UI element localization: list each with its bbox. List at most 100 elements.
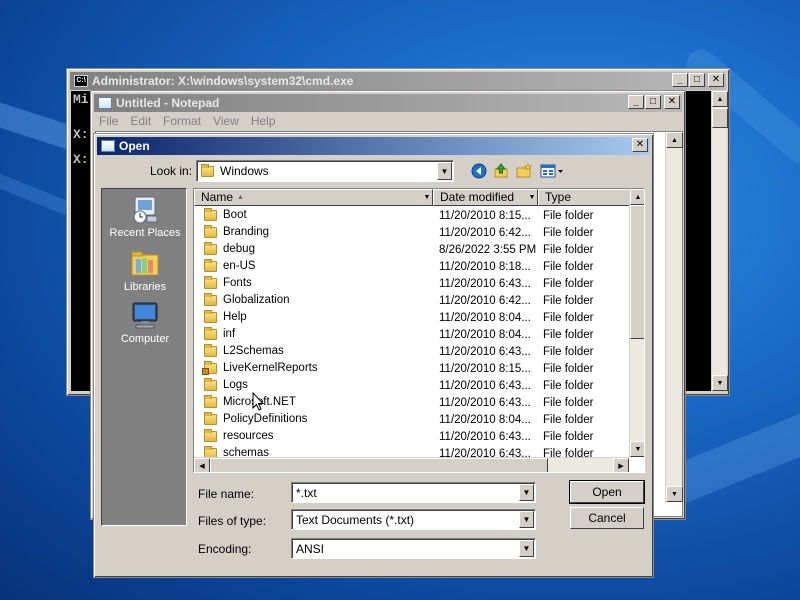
computer-icon — [129, 301, 161, 331]
cmd-titlebar[interactable]: C:\ Administrator: X:\windows\system32\c… — [70, 72, 726, 90]
file-name-cell: Fonts — [204, 275, 252, 289]
open-dialog-title: Open — [119, 139, 150, 153]
table-row[interactable]: Help 11/20/2010 8:04... File folder — [194, 309, 630, 326]
menu-file[interactable]: File — [99, 114, 118, 128]
column-header-date[interactable]: Date modified ▼ — [433, 189, 538, 206]
type-cell: File folder — [543, 431, 594, 443]
scroll-thumb[interactable] — [712, 108, 728, 128]
scroll-down-button[interactable]: ▼ — [630, 441, 644, 457]
file-name-cell: resources — [204, 428, 274, 442]
table-row[interactable]: L2Schemas 11/20/2010 6:43... File folder — [194, 343, 630, 360]
type-cell: File folder — [543, 312, 594, 324]
table-row[interactable]: Fonts 11/20/2010 6:43... File folder — [194, 275, 630, 292]
cmd-maximize-button[interactable]: □ — [689, 73, 705, 87]
date-modified-cell: 11/20/2010 8:04... — [439, 329, 531, 341]
date-modified-cell: 11/20/2010 6:43... — [439, 380, 531, 392]
scroll-up-button[interactable]: ▲ — [630, 189, 644, 205]
file-name-text: Boot — [223, 209, 247, 221]
open-button[interactable]: Open — [569, 480, 645, 504]
look-in-combo[interactable]: Windows ▼ — [196, 160, 454, 182]
folder-icon — [204, 309, 217, 323]
table-row[interactable]: PolicyDefinitions 11/20/2010 8:04... File … — [194, 411, 630, 428]
encoding-label: Encoding: — [198, 542, 252, 556]
chevron-down-icon[interactable]: ▼ — [519, 484, 534, 501]
scroll-thumb[interactable] — [210, 458, 548, 472]
open-dialog-close-button[interactable]: ✕ — [632, 138, 648, 152]
libraries-icon — [129, 249, 161, 279]
date-modified-cell: 8/26/2022 3:55 PM — [439, 244, 537, 256]
file-name-text: en-US — [223, 260, 256, 272]
table-row[interactable]: Globalization 11/20/2010 6:42... File fold… — [194, 292, 630, 309]
place-label: Libraries — [123, 281, 167, 293]
recent-places-icon — [129, 195, 161, 225]
scroll-thumb[interactable] — [630, 205, 644, 339]
file-name-cell: PolicyDefinitions — [204, 411, 307, 425]
menu-format[interactable]: Format — [163, 114, 201, 128]
scroll-right-button[interactable]: ▶ — [613, 458, 629, 472]
file-name-cell: Logs — [204, 377, 248, 391]
file-name-label: File name: — [198, 487, 255, 501]
cmd-scrollbar[interactable]: ▲ ▼ — [711, 91, 728, 391]
folder-icon — [204, 343, 217, 357]
notepad-maximize-button[interactable]: □ — [645, 95, 661, 109]
chevron-down-icon[interactable]: ▼ — [437, 162, 452, 180]
cmd-close-button[interactable]: ✕ — [708, 73, 724, 87]
encoding-combo[interactable]: ANSI ▼ — [291, 538, 536, 559]
notepad-titlebar[interactable]: Untitled - Notepad _ □ ✕ — [94, 94, 682, 112]
table-row[interactable]: LiveKernelReports 11/20/2010 8:15... File … — [194, 360, 630, 377]
date-modified-cell: 11/20/2010 6:43... — [439, 346, 531, 358]
file-name-text: inf — [223, 328, 236, 340]
table-row[interactable]: inf 11/20/2010 8:04... File folder — [194, 326, 630, 343]
date-modified-cell: 11/20/2010 6:43... — [439, 431, 531, 443]
file-list-vscrollbar[interactable]: ▲ ▼ — [629, 189, 644, 457]
scroll-up-button[interactable]: ▲ — [712, 91, 728, 107]
file-name-cell: Help — [204, 309, 247, 323]
up-folder-icon[interactable] — [492, 162, 510, 180]
folder-icon — [204, 258, 217, 272]
notepad-scrollbar[interactable]: ▲ ▼ — [665, 132, 683, 502]
cancel-button[interactable]: Cancel — [570, 507, 644, 529]
type-cell: File folder — [543, 278, 594, 290]
scroll-down-button[interactable]: ▼ — [666, 486, 683, 502]
column-header-name[interactable]: Name ▲ ▼ — [194, 189, 433, 206]
column-dropdown-icon[interactable]: ▼ — [527, 190, 537, 205]
place-libraries[interactable]: Libraries — [102, 249, 188, 293]
date-modified-cell: 11/20/2010 8:18... — [439, 261, 531, 273]
menu-edit[interactable]: Edit — [130, 114, 151, 128]
scroll-up-button[interactable]: ▲ — [666, 132, 683, 148]
type-cell: File folder — [543, 261, 594, 273]
file-name-text: resources — [223, 430, 274, 442]
file-name-text: debug — [223, 243, 255, 255]
place-computer[interactable]: Computer — [102, 301, 188, 345]
cmd-title: Administrator: X:\windows\system32\cmd.e… — [92, 74, 354, 88]
scroll-down-button[interactable]: ▼ — [712, 375, 728, 391]
table-row[interactable]: resources 11/20/2010 6:43... File folder — [194, 428, 630, 445]
cmd-line: X: — [73, 127, 89, 142]
column-dropdown-icon[interactable]: ▼ — [422, 190, 432, 205]
table-row[interactable]: Branding 11/20/2010 6:42... File folder — [194, 224, 630, 241]
table-row[interactable]: debug 8/26/2022 3:55 PM File folder — [194, 241, 630, 258]
type-cell: File folder — [543, 210, 594, 222]
folder-icon — [204, 224, 217, 238]
file-list-hscrollbar[interactable]: ◀ ▶ — [194, 457, 629, 472]
files-of-type-combo[interactable]: Text Documents (*.txt) ▼ — [291, 509, 536, 530]
open-dialog-titlebar[interactable]: Open ✕ — [97, 137, 650, 155]
date-modified-cell: 11/20/2010 6:43... — [439, 278, 531, 290]
date-modified-cell: 11/20/2010 6:42... — [439, 227, 531, 239]
view-menu-icon[interactable] — [539, 162, 565, 180]
chevron-down-icon[interactable]: ▼ — [519, 511, 534, 528]
notepad-close-button[interactable]: ✕ — [664, 95, 680, 109]
cmd-minimize-button[interactable]: _ — [672, 73, 688, 87]
table-row[interactable]: Boot 11/20/2010 8:15... File folder — [194, 207, 630, 224]
place-recent-places[interactable]: Recent Places — [102, 195, 188, 239]
menu-view[interactable]: View — [213, 114, 239, 128]
notepad-minimize-button[interactable]: _ — [628, 95, 644, 109]
file-name-combo[interactable]: *.txt ▼ — [291, 482, 536, 503]
scroll-left-button[interactable]: ◀ — [194, 458, 210, 472]
file-list[interactable]: Name ▲ ▼ Date modified ▼ Type Boot 11/20/… — [193, 188, 645, 473]
table-row[interactable]: en-US 11/20/2010 8:18... File folder — [194, 258, 630, 275]
chevron-down-icon[interactable]: ▼ — [519, 540, 534, 557]
menu-help[interactable]: Help — [251, 114, 276, 128]
new-folder-icon[interactable] — [515, 162, 533, 180]
back-icon[interactable] — [470, 162, 488, 180]
